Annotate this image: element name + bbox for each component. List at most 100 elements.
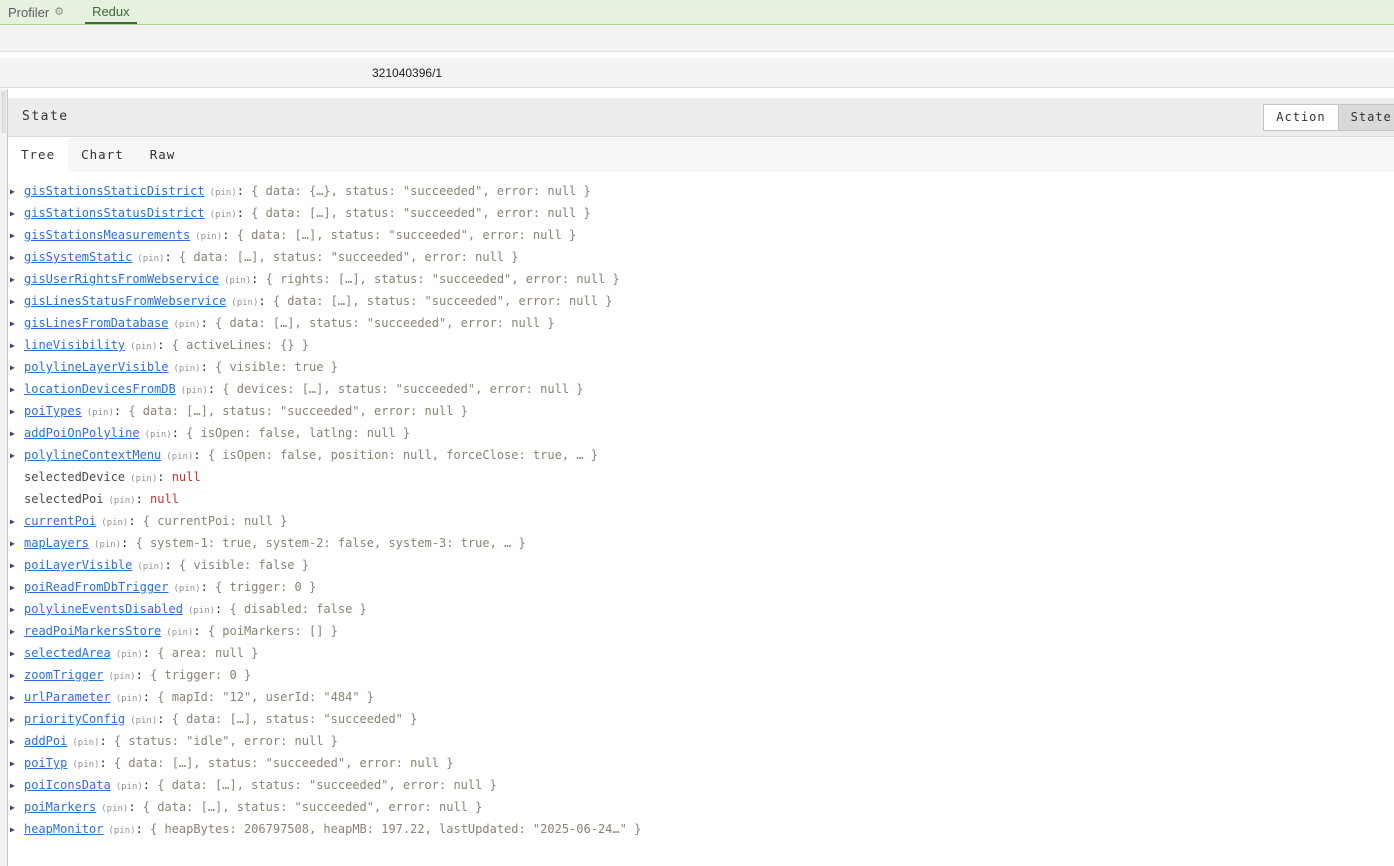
pin-label[interactable]: (pin) [130, 716, 157, 726]
pin-label[interactable]: (pin) [130, 342, 157, 352]
state-key[interactable]: gisStationsStaticDistrict [24, 184, 205, 198]
state-key[interactable]: poiTypes [24, 404, 82, 418]
pin-label[interactable]: (pin) [145, 430, 172, 440]
view-tab-action[interactable]: Action [1263, 104, 1338, 131]
expand-arrow-icon[interactable]: ▶ [10, 687, 18, 709]
pin-label[interactable]: (pin) [166, 628, 193, 638]
pin-label[interactable]: (pin) [72, 760, 99, 770]
state-key[interactable]: gisUserRightsFromWebservice [24, 272, 219, 286]
expand-arrow-icon[interactable]: ▶ [10, 247, 18, 269]
state-key[interactable]: priorityConfig [24, 712, 125, 726]
expand-arrow-icon[interactable]: ▶ [10, 401, 18, 423]
expand-arrow-icon[interactable]: ▶ [10, 423, 18, 445]
pin-label[interactable]: (pin) [210, 210, 237, 220]
state-key[interactable]: urlParameter [24, 690, 111, 704]
expand-arrow-icon[interactable]: ▶ [10, 599, 18, 621]
pin-label[interactable]: (pin) [108, 496, 135, 506]
state-key[interactable]: addPoi [24, 734, 67, 748]
state-key[interactable]: gisStationsStatusDistrict [24, 206, 205, 220]
expand-arrow-icon[interactable]: ▶ [10, 291, 18, 313]
pin-label[interactable]: (pin) [94, 540, 121, 550]
pin-label[interactable]: (pin) [224, 276, 251, 286]
left-panel-scrollbar[interactable] [0, 89, 8, 866]
state-key[interactable]: addPoiOnPolyline [24, 426, 140, 440]
pin-label[interactable]: (pin) [231, 298, 258, 308]
expand-arrow-icon[interactable]: ▶ [10, 731, 18, 753]
pin-label[interactable]: (pin) [210, 188, 237, 198]
pin-label[interactable]: (pin) [137, 562, 164, 572]
pin-label[interactable]: (pin) [87, 408, 114, 418]
state-key[interactable]: polylineContextMenu [24, 448, 161, 462]
expand-arrow-icon[interactable]: ▶ [10, 555, 18, 577]
view-tab-state[interactable]: State [1338, 104, 1394, 131]
expand-arrow-icon[interactable]: ▶ [10, 709, 18, 731]
expand-arrow-icon[interactable]: ▶ [10, 181, 18, 203]
state-key[interactable]: gisStationsMeasurements [24, 228, 190, 242]
pin-label[interactable]: (pin) [116, 694, 143, 704]
pin-label[interactable]: (pin) [174, 364, 201, 374]
state-key[interactable]: heapMonitor [24, 822, 103, 836]
pin-label[interactable]: (pin) [174, 584, 201, 594]
expand-arrow-icon[interactable]: ▶ [10, 225, 18, 247]
expand-arrow-icon[interactable]: ▶ [10, 511, 18, 533]
state-key[interactable]: currentPoi [24, 514, 96, 528]
state-key[interactable]: lineVisibility [24, 338, 125, 352]
expand-arrow-icon[interactable]: ▶ [10, 335, 18, 357]
expand-arrow-icon[interactable]: ▶ [10, 643, 18, 665]
pin-label[interactable]: (pin) [101, 518, 128, 528]
content-tab-tree[interactable]: Tree [8, 138, 68, 172]
pin-label[interactable]: (pin) [116, 650, 143, 660]
pin-label[interactable]: (pin) [195, 232, 222, 242]
expand-arrow-icon[interactable]: ▶ [10, 797, 18, 819]
state-key[interactable]: poiMarkers [24, 800, 96, 814]
state-key[interactable]: selectedArea [24, 646, 111, 660]
pin-label[interactable]: (pin) [108, 672, 135, 682]
action-list-item[interactable]: 321040396/1 [0, 58, 1394, 88]
pin-label[interactable]: (pin) [166, 452, 193, 462]
pin-label[interactable]: (pin) [181, 386, 208, 396]
expand-arrow-icon[interactable]: ▶ [10, 621, 18, 643]
expand-arrow-icon[interactable]: ▶ [10, 269, 18, 291]
tab-profiler[interactable]: Profiler ⚙ [1, 0, 71, 24]
state-key[interactable]: zoomTrigger [24, 668, 103, 682]
state-key[interactable]: poiIconsData [24, 778, 111, 792]
left-scrollbar-thumb[interactable] [1, 91, 6, 133]
expand-arrow-icon[interactable]: ▶ [10, 379, 18, 401]
value-preview: null [150, 492, 179, 506]
expand-arrow-icon[interactable]: ▶ [10, 203, 18, 225]
content-tab-chart[interactable]: Chart [68, 138, 137, 172]
expand-arrow-icon[interactable]: ▶ [10, 665, 18, 687]
expand-arrow-icon[interactable]: ▶ [10, 775, 18, 797]
view-tab-group: Action State D [1264, 104, 1394, 131]
key-colon: : [136, 668, 150, 682]
gear-icon[interactable]: ⚙ [54, 7, 64, 18]
expand-arrow-icon[interactable]: ▶ [10, 313, 18, 335]
state-key[interactable]: poiReadFromDbTrigger [24, 580, 169, 594]
state-key[interactable]: locationDevicesFromDB [24, 382, 176, 396]
tab-redux[interactable]: Redux [85, 0, 137, 24]
pin-label[interactable]: (pin) [72, 738, 99, 748]
pin-label[interactable]: (pin) [108, 826, 135, 836]
state-key[interactable]: polylineEventsDisabled [24, 602, 183, 616]
pin-label[interactable]: (pin) [137, 254, 164, 264]
pin-label[interactable]: (pin) [174, 320, 201, 330]
state-key[interactable]: polylineLayerVisible [24, 360, 169, 374]
pin-label[interactable]: (pin) [101, 804, 128, 814]
state-key[interactable]: gisSystemStatic [24, 250, 132, 264]
expand-arrow-icon[interactable]: ▶ [10, 577, 18, 599]
content-tab-raw[interactable]: Raw [137, 138, 189, 172]
state-key[interactable]: poiTyp [24, 756, 67, 770]
state-key[interactable]: poiLayerVisible [24, 558, 132, 572]
state-key[interactable]: gisLinesStatusFromWebservice [24, 294, 226, 308]
pin-label[interactable]: (pin) [130, 474, 157, 484]
expand-arrow-icon[interactable]: ▶ [10, 357, 18, 379]
expand-arrow-icon[interactable]: ▶ [10, 533, 18, 555]
pin-label[interactable]: (pin) [116, 782, 143, 792]
state-key[interactable]: gisLinesFromDatabase [24, 316, 169, 330]
state-key[interactable]: readPoiMarkersStore [24, 624, 161, 638]
pin-label[interactable]: (pin) [188, 606, 215, 616]
expand-arrow-icon[interactable]: ▶ [10, 753, 18, 775]
expand-arrow-icon[interactable]: ▶ [10, 819, 18, 841]
state-key[interactable]: mapLayers [24, 536, 89, 550]
expand-arrow-icon[interactable]: ▶ [10, 445, 18, 467]
